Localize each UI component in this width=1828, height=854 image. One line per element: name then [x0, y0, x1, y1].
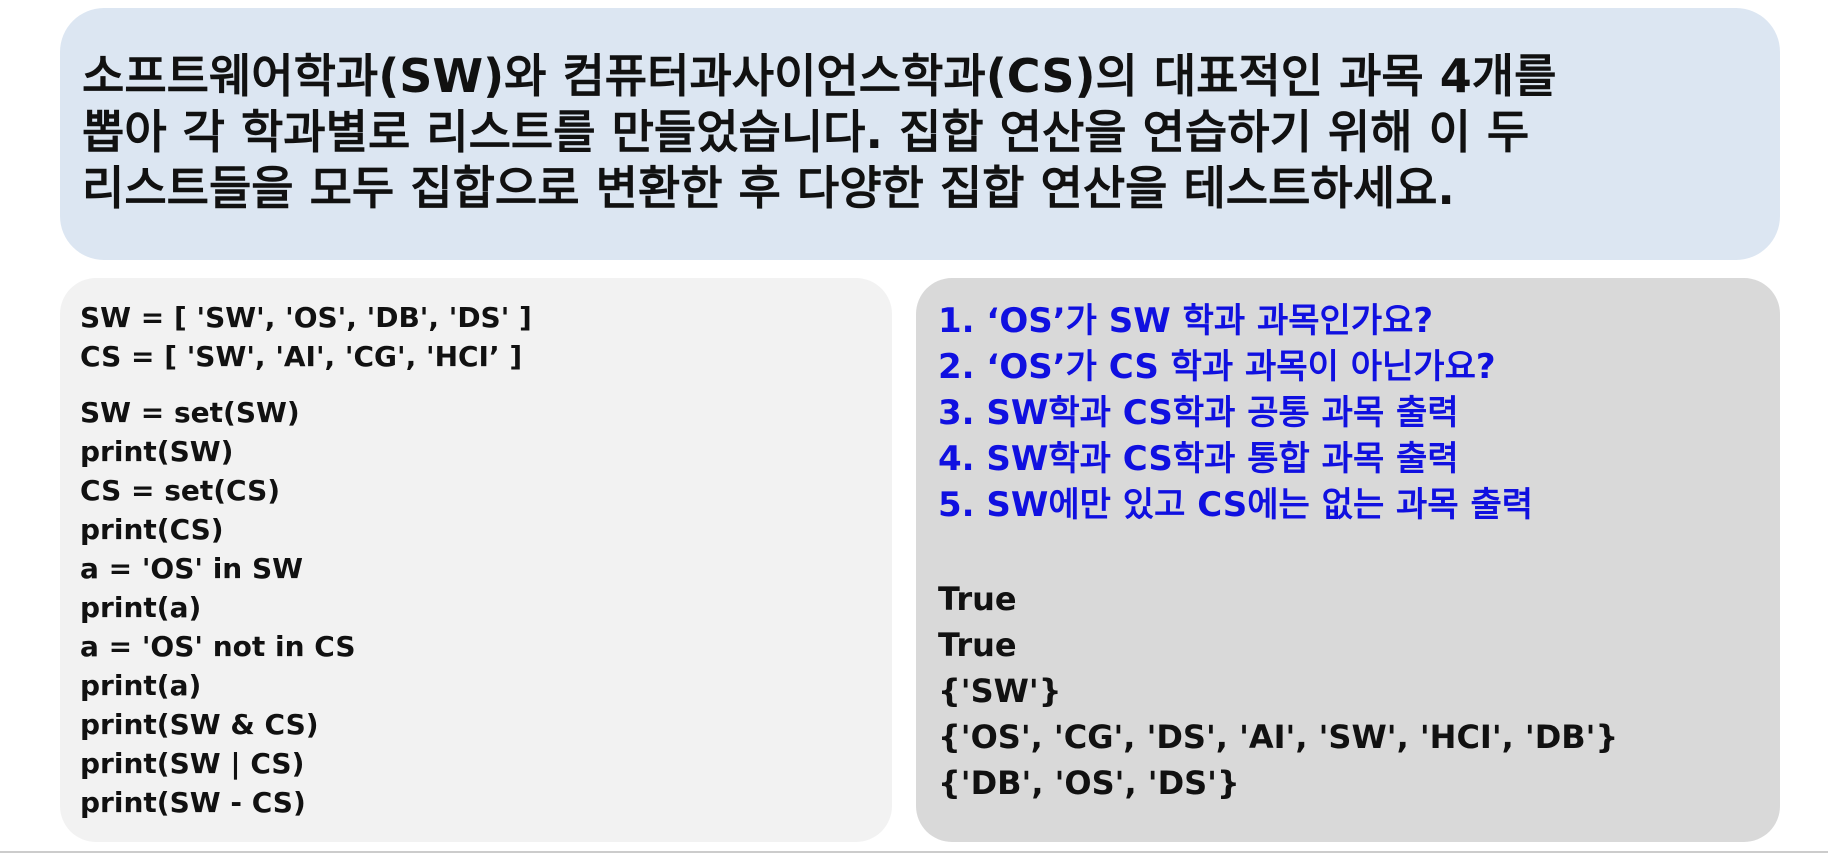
code-line-cs-list: CS = [ 'SW', 'AI', 'CG', 'HCI’ ] [80, 340, 523, 373]
question-item: 3. SW학과 CS학과 공통 과목 출력 [938, 393, 1459, 433]
output-spacer [938, 528, 1780, 576]
code-line: SW = set(SW) [80, 396, 300, 429]
question-item: 4. SW학과 CS학과 통합 과목 출력 [938, 439, 1459, 479]
question-item: 1. ‘OS’가 SW 학과 과목인가요? [938, 301, 1434, 341]
problem-statement-line-2: 뽑아 각 학과별로 리스트를 만들었습니다. 집합 연산을 연습하기 위해 이 … [82, 105, 1530, 159]
output-line: True [938, 580, 1017, 618]
output-line: {'SW'} [938, 672, 1062, 710]
output-line: {'OS', 'CG', 'DS', 'AI', 'SW', 'HCI', 'D… [938, 718, 1619, 756]
code-line-sw-list: SW = [ 'SW', 'OS', 'DB', 'DS' ] [80, 301, 532, 334]
questions-output-panel: 1. ‘OS’가 SW 학과 과목인가요? 2. ‘OS’가 CS 학과 과목이… [916, 278, 1780, 842]
output-line: True [938, 626, 1017, 664]
code-line: CS = set(CS) [80, 474, 281, 507]
code-line: print(CS) [80, 513, 224, 546]
question-item: 2. ‘OS’가 CS 학과 과목이 아닌가요? [938, 347, 1496, 387]
code-line: print(a) [80, 591, 202, 624]
code-line: a = 'OS' not in CS [80, 630, 356, 663]
slide: 소프트웨어학과(SW)와 컴퓨터과사이언스학과(CS)의 대표적인 과목 4개를… [0, 0, 1828, 854]
code-panel: SW = [ 'SW', 'OS', 'DB', 'DS' ] CS = [ '… [60, 278, 892, 842]
code-line: print(SW - CS) [80, 786, 306, 819]
problem-statement-line-1: 소프트웨어학과(SW)와 컴퓨터과사이언스학과(CS)의 대표적인 과목 4개를 [82, 49, 1557, 103]
question-item: 5. SW에만 있고 CS에는 없는 과목 출력 [938, 485, 1534, 525]
code-line: print(SW | CS) [80, 747, 305, 780]
problem-statement-box: 소프트웨어학과(SW)와 컴퓨터과사이언스학과(CS)의 대표적인 과목 4개를… [60, 8, 1780, 260]
output-line: {'DB', 'OS', 'DS'} [938, 764, 1240, 802]
code-line: a = 'OS' in SW [80, 552, 304, 585]
code-spacer [80, 376, 892, 393]
code-line: print(SW) [80, 435, 234, 468]
code-line: print(a) [80, 669, 202, 702]
code-line: print(SW & CS) [80, 708, 319, 741]
bottom-divider [0, 851, 1828, 853]
problem-statement-line-3: 리스트들을 모두 집합으로 변환한 후 다양한 집합 연산을 테스트하세요. [82, 161, 1455, 215]
